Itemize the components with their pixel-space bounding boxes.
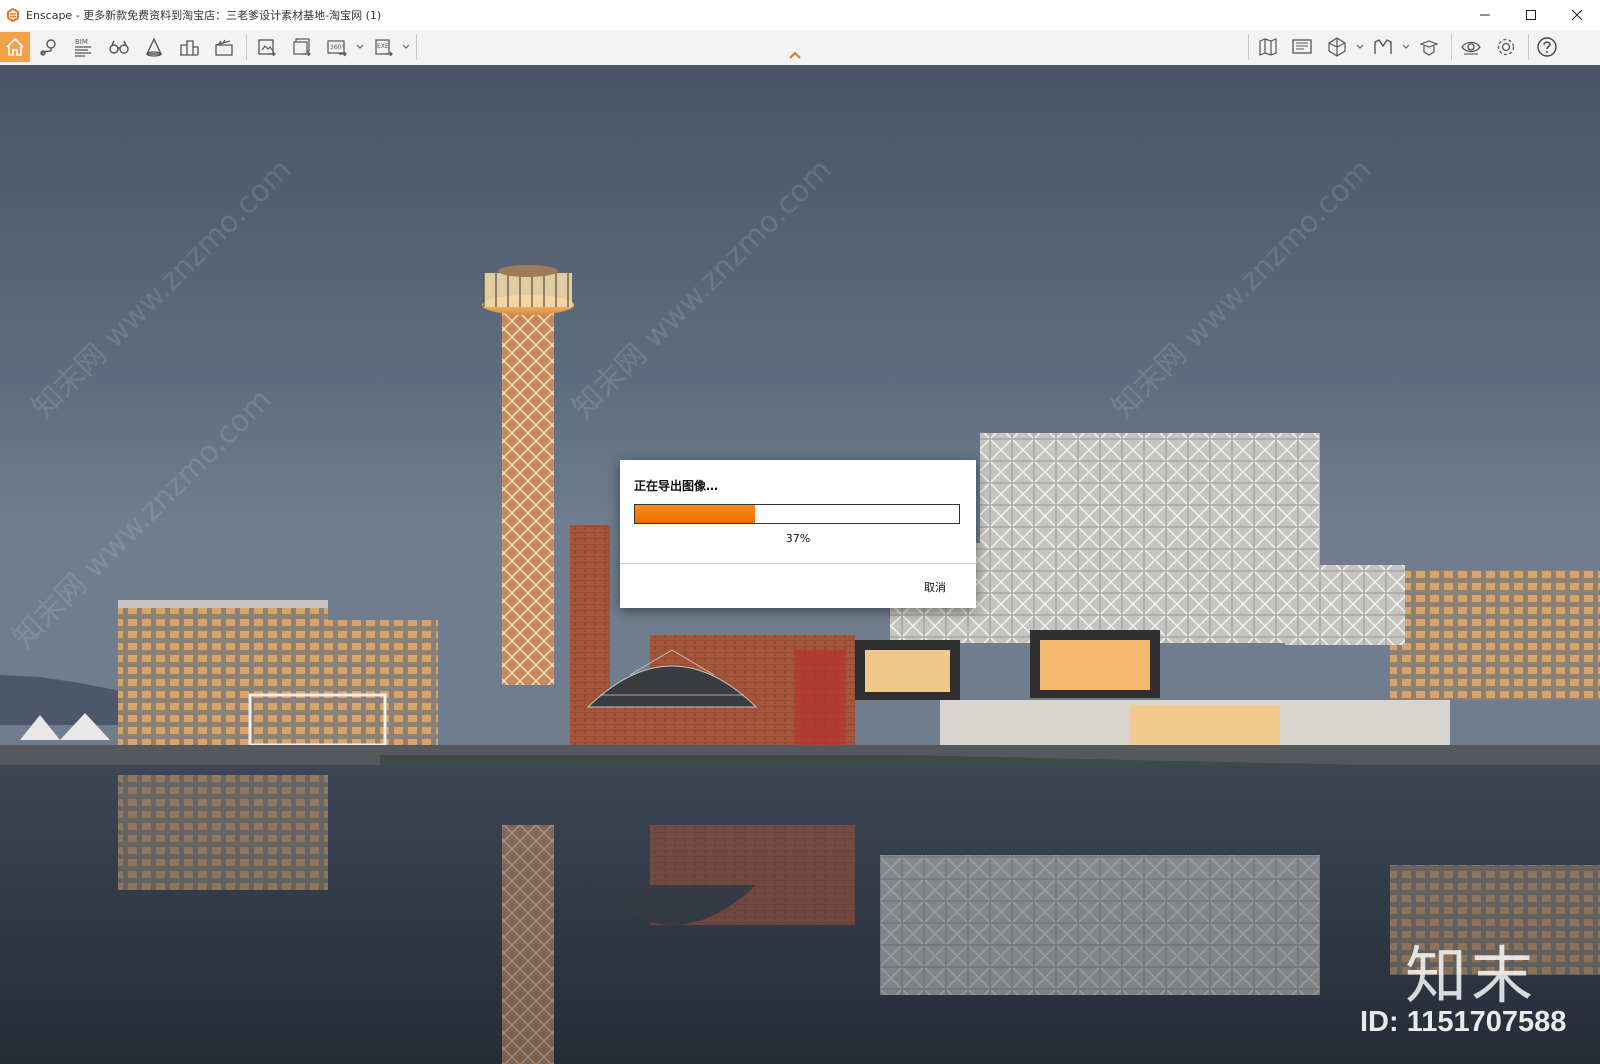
location-button[interactable] — [34, 32, 64, 62]
enscape-logo-icon — [7, 8, 19, 22]
binoculars-button[interactable] — [104, 32, 134, 62]
panorama-button[interactable]: 360° — [322, 32, 352, 62]
minimize-button[interactable] — [1462, 0, 1508, 30]
video-editor-button[interactable] — [209, 32, 239, 62]
batch-export-button[interactable] — [287, 32, 317, 62]
close-icon — [1572, 10, 1582, 20]
help-icon — [1537, 37, 1557, 57]
asset-library-button[interactable] — [139, 32, 169, 62]
export-progress-bar — [634, 504, 960, 524]
minimize-icon — [1480, 14, 1490, 16]
export-progress-dialog: 正在导出图像… 37% 取消 — [620, 460, 976, 608]
brand-logo-watermark: 知末 — [1405, 939, 1538, 1012]
screenshot-button[interactable] — [252, 32, 282, 62]
toolbar-collapse-chevron-icon[interactable] — [788, 50, 802, 60]
exe-export-button[interactable]: EXE — [369, 32, 399, 62]
toolbar-separator — [246, 34, 247, 60]
maximize-button[interactable] — [1508, 0, 1554, 30]
bim-icon: BIM — [75, 38, 91, 57]
vr-headset-icon — [1374, 39, 1392, 54]
panorama-dropdown-chevron-icon[interactable] — [356, 43, 364, 51]
collaborate-icon — [1419, 40, 1439, 56]
binoculars-icon — [109, 40, 129, 54]
vr-button[interactable] — [1368, 32, 1398, 62]
monitor-button[interactable] — [1287, 32, 1317, 62]
toolbar: BIM 360° EXE — [0, 30, 1600, 66]
map-button[interactable] — [1253, 32, 1283, 62]
maximize-icon — [1526, 10, 1536, 20]
buildings-button[interactable] — [174, 32, 204, 62]
brand-id-watermark: ID: 1151707588 — [1360, 1006, 1567, 1038]
toolbar-separator — [416, 34, 417, 60]
settings-button[interactable] — [1491, 32, 1521, 62]
view-mode-dropdown-chevron-icon[interactable] — [1356, 43, 1364, 51]
collaborate-button[interactable] — [1414, 32, 1444, 62]
home-icon — [6, 37, 24, 56]
progress-percent: 37% — [785, 532, 811, 545]
exe-export-icon: EXE — [375, 39, 393, 57]
location-pin-icon — [40, 39, 56, 56]
toolbar-separator — [1528, 34, 1529, 60]
toolbar-separator — [1248, 34, 1249, 60]
dialog-divider — [620, 563, 976, 564]
cancel-button[interactable]: 取消 — [924, 579, 946, 595]
window-title: Enscape - 更多新款免费资料到淘宝店：三老爹设计素材基地-淘宝网 (1) — [26, 9, 382, 22]
close-button[interactable] — [1554, 0, 1600, 30]
svg-text:EXE: EXE — [377, 43, 389, 50]
screenshot-export-icon — [258, 39, 276, 57]
help-button[interactable] — [1532, 32, 1562, 62]
vr-dropdown-chevron-icon[interactable] — [1402, 43, 1410, 51]
eye-visual-settings-icon — [1461, 41, 1481, 55]
bim-button[interactable]: BIM — [68, 32, 98, 62]
toolbar-separator — [1451, 34, 1452, 60]
buildings-icon — [180, 40, 199, 56]
title-bar: Enscape - 更多新款免费资料到淘宝店：三老爹设计素材基地-淘宝网 (1) — [0, 0, 1600, 30]
home-button[interactable] — [0, 32, 30, 62]
clapperboard-icon — [215, 39, 233, 56]
cone-asset-icon — [145, 37, 163, 57]
panorama-360-icon: 360° — [327, 40, 347, 57]
monitor-icon — [1292, 39, 1312, 54]
progress-fill — [635, 505, 755, 523]
view-mode-button[interactable] — [1322, 32, 1352, 62]
exe-dropdown-chevron-icon[interactable] — [402, 43, 410, 51]
svg-text:BIM: BIM — [75, 38, 88, 46]
svg-text:360°: 360° — [330, 44, 344, 51]
batch-export-icon — [293, 38, 311, 57]
dialog-title: 正在导出图像… — [634, 479, 719, 493]
map-icon — [1259, 38, 1277, 56]
cube-view-icon — [1328, 37, 1346, 57]
gear-icon — [1497, 38, 1515, 56]
visual-settings-button[interactable] — [1456, 32, 1486, 62]
